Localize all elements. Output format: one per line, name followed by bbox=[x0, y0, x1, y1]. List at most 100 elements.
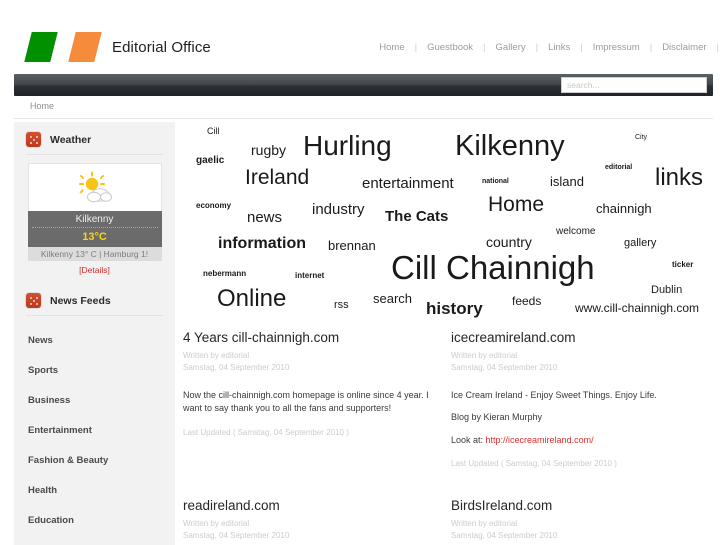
tag-cloud-item[interactable]: industry bbox=[312, 202, 365, 217]
article-paragraph: Ice Cream Ireland - Enjoy Sweet Things. … bbox=[451, 389, 657, 400]
tag-cloud-item[interactable]: gallery bbox=[624, 238, 656, 249]
tag-cloud-item[interactable]: national bbox=[482, 178, 509, 185]
irish-flag-icon bbox=[24, 32, 102, 62]
module-news-feeds-title: News Feeds bbox=[50, 294, 111, 307]
breadcrumb[interactable]: Home bbox=[30, 101, 54, 111]
article-date: Samstag, 04 September 2010 bbox=[451, 363, 558, 373]
tag-cloud-item[interactable]: economy bbox=[196, 202, 231, 210]
tag-cloud-item[interactable]: chainnigh bbox=[596, 202, 652, 215]
tag-cloud-item[interactable]: ticker bbox=[672, 261, 693, 269]
tag-cloud-item[interactable]: www.cill-chainnigh.com bbox=[575, 302, 699, 314]
article-paragraph: Now the cill-chainnigh.com homepage is o… bbox=[183, 389, 429, 414]
tag-cloud-item[interactable]: internet bbox=[295, 272, 324, 280]
feed-item-education[interactable]: Education bbox=[28, 515, 74, 526]
list-item[interactable]: News bbox=[26, 324, 163, 354]
article-date: Samstag, 04 September 2010 bbox=[183, 363, 290, 373]
module-bullets-icon bbox=[26, 293, 41, 308]
feed-item-health[interactable]: Health bbox=[28, 485, 57, 496]
nav-item-guestbook[interactable]: Guestbook bbox=[417, 42, 483, 53]
article-updated: Last Updated ( Samstag, 04 September 201… bbox=[183, 427, 349, 437]
weather-details-link[interactable]: [Details] bbox=[28, 261, 162, 275]
tag-cloud-item[interactable]: Online bbox=[217, 287, 286, 311]
tag-cloud-item[interactable]: entertainment bbox=[362, 176, 454, 191]
search-input[interactable] bbox=[561, 77, 707, 93]
feed-item-sports[interactable]: Sports bbox=[28, 365, 58, 376]
top-navigation: Home | Guestbook | Gallery | Links | Imp… bbox=[369, 42, 719, 53]
site-header: Editorial Office Home | Guestbook | Gall… bbox=[0, 0, 727, 66]
weather-temperature: 13°C bbox=[82, 231, 107, 243]
article-author: Written by editorial bbox=[451, 351, 518, 360]
flag-green-shape bbox=[24, 32, 58, 62]
module-news-feeds: News Feeds News Sports Business Entertai… bbox=[14, 277, 175, 545]
article-title[interactable]: BirdsIreland.com bbox=[451, 498, 715, 513]
list-item[interactable]: Sports bbox=[26, 354, 163, 384]
tag-cloud-item[interactable]: country bbox=[486, 235, 532, 249]
tag-cloud-item[interactable]: The Cats bbox=[385, 209, 448, 224]
nav-item-home[interactable]: Home bbox=[369, 42, 414, 53]
tag-cloud-item[interactable]: Cill Chainnigh bbox=[391, 251, 595, 284]
feed-item-news[interactable]: News bbox=[28, 335, 53, 346]
article-external-link[interactable]: http://icecreamireland.com/ bbox=[486, 435, 594, 445]
news-feeds-list: News Sports Business Entertainment Fashi… bbox=[26, 324, 163, 545]
tag-cloud-item[interactable]: rss bbox=[334, 300, 349, 311]
tag-cloud-item[interactable]: Home bbox=[488, 194, 544, 215]
module-bullets-icon bbox=[26, 132, 41, 147]
main-content: Cill rugby Hurling Kilkenny City gaelic editor… bbox=[183, 122, 719, 545]
article-title[interactable]: 4 Years cill-chainnigh.com bbox=[183, 330, 447, 345]
tag-cloud-item[interactable]: feeds bbox=[512, 295, 541, 307]
list-item[interactable]: Fashion & Beauty bbox=[26, 444, 163, 474]
tag-cloud-item[interactable]: links bbox=[655, 166, 703, 190]
weather-marquee: Kilkenny 13° C | Hamburg 1! bbox=[27, 247, 162, 261]
tag-cloud-item[interactable]: news bbox=[247, 210, 282, 225]
module-divider bbox=[26, 154, 163, 155]
article-title[interactable]: readireland.com bbox=[183, 498, 447, 513]
tag-cloud-item[interactable]: Cill bbox=[207, 127, 220, 136]
feed-item-fashion-beauty[interactable]: Fashion & Beauty bbox=[28, 455, 108, 466]
weather-dotted-divider bbox=[31, 227, 158, 228]
article-updated: Last Updated ( Samstag, 04 September 201… bbox=[451, 459, 617, 469]
tag-cloud-item[interactable]: Ireland bbox=[245, 167, 309, 188]
weather-readout: Kilkenny 13°C bbox=[27, 211, 162, 247]
tag-cloud-item[interactable]: information bbox=[218, 236, 306, 252]
flag-orange-shape bbox=[68, 32, 102, 62]
tag-cloud-item[interactable]: gaelic bbox=[196, 156, 224, 166]
tag-cloud-item[interactable]: search bbox=[373, 292, 412, 305]
list-item[interactable]: Letters - Opinion bbox=[26, 534, 163, 545]
article-date: Samstag, 04 September 2010 bbox=[183, 531, 290, 541]
tag-cloud-item[interactable]: rugby bbox=[251, 143, 286, 157]
article-card: BirdsIreland.com Written by editorial Sa… bbox=[451, 498, 715, 543]
module-weather-header: Weather bbox=[26, 132, 163, 154]
site-logo[interactable]: Editorial Office bbox=[24, 32, 211, 62]
module-news-feeds-header: News Feeds bbox=[26, 293, 163, 315]
article-paragraph: Blog by Kieran Murphy bbox=[451, 412, 543, 423]
tag-cloud-item[interactable]: welcome bbox=[556, 227, 595, 237]
nav-item-disclaimer[interactable]: Disclaimer bbox=[652, 42, 716, 53]
tag-cloud-item[interactable]: brennan bbox=[328, 239, 376, 252]
tag-cloud-item[interactable]: Dublin bbox=[651, 285, 682, 296]
nav-item-gallery[interactable]: Gallery bbox=[486, 42, 536, 53]
weather-card: Kilkenny 13°C Kilkenny 13° C | Hamburg 1… bbox=[27, 163, 162, 275]
article-body: Ice Cream Ireland - Enjoy Sweet Things. … bbox=[451, 389, 715, 448]
article-title[interactable]: icecreamireland.com bbox=[451, 330, 715, 345]
nav-item-impressum[interactable]: Impressum bbox=[583, 42, 650, 53]
tag-cloud-item[interactable]: Kilkenny bbox=[455, 132, 565, 161]
feed-item-entertainment[interactable]: Entertainment bbox=[28, 425, 92, 436]
list-item[interactable]: Education bbox=[26, 504, 163, 534]
list-item[interactable]: Business bbox=[26, 384, 163, 414]
tag-cloud-item[interactable]: island bbox=[550, 175, 584, 188]
logo-text: Editorial Office bbox=[112, 38, 211, 56]
module-weather: Weather Kilkenny 13°C Kilkenny 13° C | H… bbox=[14, 122, 175, 277]
article-card: icecreamireland.com Written by editorial… bbox=[451, 330, 715, 468]
feed-item-business[interactable]: Business bbox=[28, 395, 70, 406]
list-item[interactable]: Entertainment bbox=[26, 414, 163, 444]
tag-cloud-item[interactable]: history bbox=[426, 300, 483, 317]
tag-cloud-item[interactable]: Hurling bbox=[303, 132, 392, 160]
nav-item-links[interactable]: Links bbox=[538, 42, 580, 53]
list-item[interactable]: Health bbox=[26, 474, 163, 504]
header-divider bbox=[14, 118, 713, 119]
tag-cloud-item[interactable]: editorial bbox=[605, 164, 632, 171]
module-weather-title: Weather bbox=[50, 133, 92, 146]
tag-cloud-item[interactable]: nebermann bbox=[203, 270, 246, 278]
weather-city: Kilkenny bbox=[75, 214, 114, 225]
tag-cloud-item[interactable]: City bbox=[635, 134, 647, 141]
